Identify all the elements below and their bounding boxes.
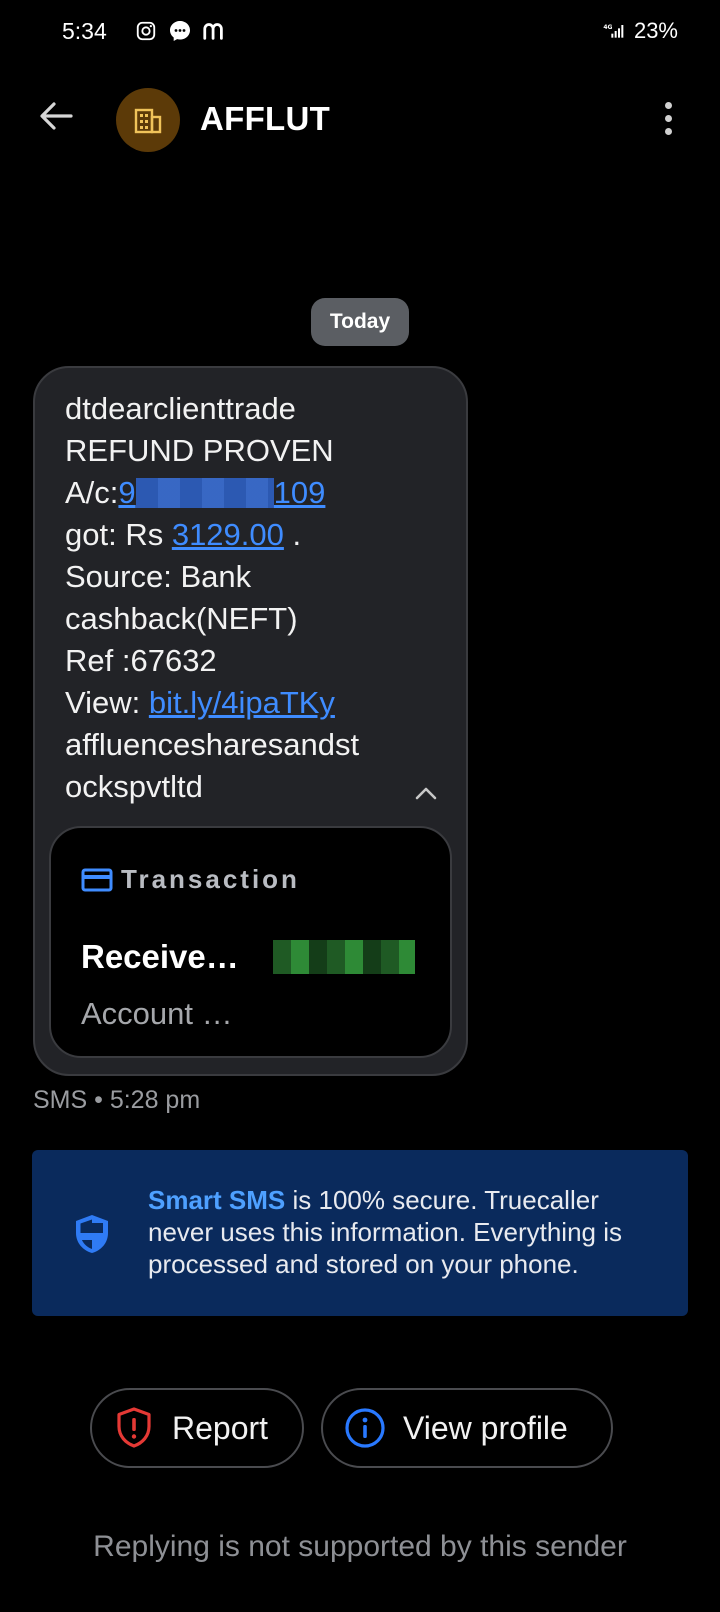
more-dot <box>664 127 672 135</box>
report-button[interactable]: Report <box>90 1388 304 1468</box>
short-url-link[interactable]: bit.ly/4ipaTKy <box>149 685 335 720</box>
more-dot <box>664 101 672 109</box>
shield-icon <box>76 1215 108 1253</box>
message-line-account: A/c:9 109 <box>65 472 450 514</box>
credit-card-icon <box>81 868 113 891</box>
amount-prefix: got: Rs <box>65 517 172 552</box>
message-line: dtdearclienttrade <box>65 391 296 426</box>
transaction-header: Transaction <box>81 864 300 895</box>
sender-name[interactable]: AFFLUT <box>200 100 330 138</box>
message-line-amount: got: Rs 3129.00 . <box>65 514 450 556</box>
building-icon <box>134 108 162 134</box>
transaction-card[interactable]: Transaction Receive… Account … <box>49 826 452 1058</box>
battery-level: 23% <box>633 18 678 43</box>
messenger-icon <box>168 19 192 43</box>
message-timestamp: SMS • 5:28 pm <box>33 1086 201 1114</box>
svg-text:4G: 4G <box>603 24 612 31</box>
date-chip: Today <box>311 298 409 346</box>
signal-4g-icon: 4G <box>602 19 626 43</box>
system-status-icons: 4G 23% <box>602 18 678 44</box>
smart-sms-banner: Smart SMS is 100% secure. Truecaller nev… <box>32 1150 688 1316</box>
account-end: 109 <box>273 475 326 510</box>
chevron-up-icon[interactable] <box>411 778 441 808</box>
arrow-left-icon <box>40 102 73 130</box>
redacted-block <box>135 478 274 508</box>
view-prefix: View: <box>65 685 149 720</box>
warning-shield-icon <box>112 1406 156 1450</box>
sender-avatar[interactable] <box>116 88 180 152</box>
transaction-subtitle: Account … <box>81 996 233 1031</box>
message-bubble[interactable]: dtdearclienttrade REFUND PROVEN A/c:9 109… <box>33 366 468 1076</box>
report-label: Report <box>172 1409 269 1446</box>
message-line: Ref :67632 <box>65 643 217 678</box>
reply-not-supported-note: Replying is not supported by this sender <box>93 1530 627 1563</box>
m-app-icon <box>202 19 226 43</box>
banner-text: Smart SMS is 100% secure. Truecaller nev… <box>148 1184 668 1280</box>
transaction-title: Receive… <box>81 938 239 975</box>
action-buttons: Report View profile <box>0 1388 720 1468</box>
account-prefix: A/c: <box>65 475 119 510</box>
message-line: cashback(NEFT) <box>65 601 298 636</box>
message-line: ockspvtltd <box>65 769 203 804</box>
view-profile-label: View profile <box>403 1409 568 1446</box>
account-start: 9 <box>118 475 136 510</box>
amount-suffix: . <box>283 517 302 552</box>
message-text: dtdearclienttrade REFUND PROVEN A/c:9 109… <box>65 388 450 808</box>
app-bar: AFFLUT <box>0 80 720 160</box>
notification-icons <box>134 19 226 43</box>
account-number-link[interactable]: 9 109 <box>118 475 325 510</box>
back-button[interactable] <box>34 94 78 138</box>
transaction-label: Transaction <box>121 864 300 894</box>
status-bar: 5:34 4G 23% <box>0 0 720 66</box>
status-time: 5:34 <box>62 18 107 44</box>
redacted-amount <box>273 940 415 974</box>
message-line: REFUND PROVEN <box>65 433 334 468</box>
more-dot <box>664 114 672 122</box>
amount-link[interactable]: 3129.00 <box>172 517 284 552</box>
message-line: affluencesharesandst <box>65 727 360 762</box>
message-line-view: View: bit.ly/4ipaTKy <box>65 682 450 724</box>
smart-sms-accent: Smart SMS <box>148 1185 286 1215</box>
view-profile-button[interactable]: View profile <box>321 1388 613 1468</box>
more-options-button[interactable] <box>656 96 680 140</box>
message-line: Source: Bank <box>65 559 252 594</box>
instagram-icon <box>134 19 158 43</box>
info-icon <box>343 1406 387 1450</box>
